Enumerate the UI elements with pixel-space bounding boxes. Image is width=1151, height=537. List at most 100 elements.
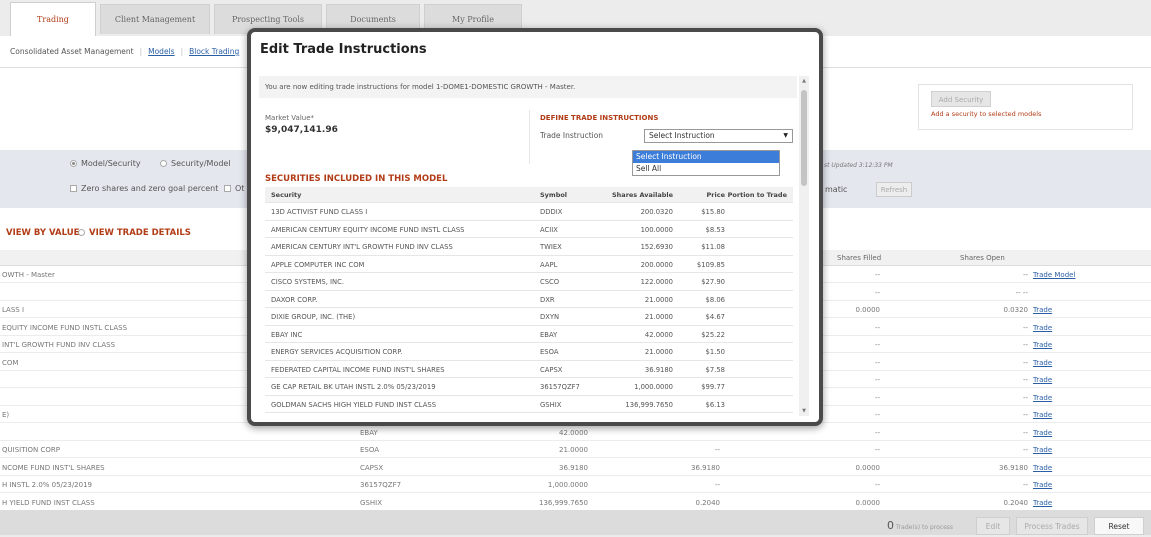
security-row: ENERGY SERVICES ACQUISITION CORP. ESOA 21.…: [265, 343, 793, 361]
option-sell-all[interactable]: Sell All: [633, 163, 779, 175]
subnav-block-trading-link[interactable]: Block Trading: [189, 47, 239, 56]
view-by-value-option[interactable]: VIEW BY VALUE: [6, 228, 79, 238]
trade-link[interactable]: Trade: [1033, 341, 1052, 349]
cell-symbol: EBAY: [540, 330, 558, 339]
cell-security-name: H YIELD FUND INST CLASS: [2, 498, 95, 507]
security-row: GOLDMAN SACHS HIGH YIELD FUND INST CLASS…: [265, 396, 793, 413]
view-trade-details-option[interactable]: VIEW TRADE DETAILS: [78, 228, 191, 238]
cell-symbol: 36157QZF7: [540, 383, 580, 391]
cell-symbol: ESOA: [360, 446, 380, 454]
radio-label: Model/Security: [81, 159, 141, 168]
cell-filled: 0.2040: [695, 498, 721, 507]
trade-link[interactable]: Trade: [1033, 376, 1052, 384]
cell-security: EBAY INC: [271, 330, 303, 339]
add-security-button[interactable]: Add Security: [931, 91, 991, 107]
scroll-up-icon[interactable]: ▲: [799, 76, 809, 86]
trade-instruction-select[interactable]: Select Instruction ▼: [644, 129, 793, 143]
cell-symbol: GSHIX: [540, 400, 562, 409]
cell-symbol: CAPSX: [540, 365, 563, 374]
cell-symbol: 36157QZF7: [360, 481, 402, 489]
editing-notice: You are now editing trade instructions f…: [259, 76, 797, 98]
checkbox-icon: [224, 185, 231, 192]
checkbox-label: Ot: [235, 184, 245, 193]
cell-security: GOLDMAN SACHS HIGH YIELD FUND INST CLASS: [271, 400, 437, 409]
checkbox-other[interactable]: Ot: [224, 184, 244, 193]
trade-link[interactable]: Trade: [1033, 464, 1052, 472]
cell-price: $109.85: [696, 260, 725, 269]
dialog-scrollbar[interactable]: ▲ ▼: [799, 76, 809, 416]
option-select-instruction[interactable]: Select Instruction: [633, 151, 779, 163]
edit-trade-instructions-dialog: Edit Trade Instructions You are now edit…: [247, 28, 823, 426]
trade-link[interactable]: Trade: [1033, 306, 1052, 314]
trade-link[interactable]: Trade: [1033, 359, 1052, 367]
trade-link[interactable]: Trade Model: [1033, 271, 1075, 279]
cell-price: $4.67: [705, 313, 725, 321]
checkbox-zero-shares[interactable]: Zero shares and zero goal percent: [70, 184, 218, 193]
tab-client-management[interactable]: Client Management: [100, 4, 210, 34]
radio-selected-icon: [70, 160, 77, 167]
cell-shares-filled: --: [874, 376, 880, 384]
cell-shares-filled: --: [874, 358, 880, 367]
subnav-consolidated[interactable]: Consolidated Asset Management: [10, 47, 134, 56]
cell-shares: 21.0000: [559, 446, 588, 454]
radio-model-security[interactable]: Model/Security: [70, 159, 141, 168]
table-row: H INSTL 2.0% 05/23/2019 36157QZF7 1,000.00…: [0, 476, 1151, 493]
security-row: 13D ACTIVIST FUND CLASS I DDDIX 200.0320 $1…: [265, 203, 793, 221]
cell-price: $25.22: [701, 330, 725, 339]
cell-shares-filled: 0.0000: [855, 498, 881, 507]
radio-security-model[interactable]: Security/Model: [160, 159, 231, 168]
cell-shares-available: 100.0000: [640, 225, 673, 234]
trade-link[interactable]: Trade: [1033, 411, 1052, 419]
trades-label: Trade(s) to process: [895, 524, 954, 531]
cell-shares-filled: --: [874, 288, 880, 297]
trades-to-process: 0 Trade(s) to process: [870, 517, 970, 535]
scroll-down-icon[interactable]: ▼: [799, 406, 809, 416]
cell-security-name: H INSTL 2.0% 05/23/2019: [2, 481, 92, 489]
cell-security: APPLE COMPUTER INC COM: [271, 260, 365, 269]
reset-button[interactable]: Reset: [1094, 517, 1144, 535]
trade-instruction-options: Select Instruction Sell All: [632, 150, 780, 176]
cell-symbol: DXYN: [540, 313, 560, 321]
cell-shares-open: --: [1022, 323, 1028, 332]
security-row: CISCO SYSTEMS, INC. CSCO 122.0000 $27.90: [265, 273, 793, 291]
table-row: QUISITION CORP ESOA 21.0000 -- -- -- Trade: [0, 441, 1151, 458]
cell-shares-filled: --: [874, 393, 880, 402]
security-row: DAXOR CORP. DXR 21.0000 $8.06: [265, 291, 793, 308]
cell-shares-filled: 0.0000: [855, 463, 881, 472]
securities-table-header: Security Symbol Shares Available Price P…: [265, 187, 793, 203]
cell-symbol: CSCO: [540, 278, 560, 286]
subnav-models-link[interactable]: Models: [148, 47, 174, 56]
trade-link[interactable]: Trade: [1033, 324, 1052, 332]
trade-link[interactable]: Trade: [1033, 481, 1052, 489]
cell-shares: 36.9180: [559, 463, 588, 472]
refresh-button[interactable]: Refresh: [876, 182, 912, 197]
process-trades-button[interactable]: Process Trades: [1016, 517, 1088, 535]
table-row: H YIELD FUND INST CLASS GSHIX 136,999.7650…: [0, 494, 1151, 511]
trade-link[interactable]: Trade: [1033, 394, 1052, 402]
cell-shares-open: 0.2040: [1003, 498, 1029, 507]
edit-button[interactable]: Edit: [976, 517, 1010, 535]
trade-link[interactable]: Trade: [1033, 429, 1052, 437]
cell-security: FEDERATED CAPITAL INCOME FUND INST'L SHA…: [271, 365, 445, 374]
cell-shares: 1,000.0000: [547, 481, 588, 489]
scroll-thumb[interactable]: [801, 90, 807, 186]
security-row: APPLE COMPUTER INC COM AAPL 200.0000 $109.8…: [265, 256, 793, 273]
cell-shares-filled: 0.0000: [855, 306, 881, 314]
cell-filled: --: [714, 481, 720, 489]
cell-security: ENERGY SERVICES ACQUISITION CORP.: [271, 348, 403, 356]
cell-symbol: GSHIX: [360, 498, 382, 507]
cell-security-name: E): [2, 411, 10, 419]
cell-symbol: ACIIX: [540, 225, 558, 234]
radio-icon: [160, 160, 167, 167]
trade-link[interactable]: Trade: [1033, 499, 1052, 507]
cell-security: GE CAP RETAIL BK UTAH INSTL 2.0% 05/23/2…: [271, 383, 436, 391]
cell-shares-available: 1,000.0000: [634, 383, 673, 391]
cell-symbol: DXR: [540, 295, 555, 304]
cell-shares-filled: --: [874, 481, 880, 489]
trade-link[interactable]: Trade: [1033, 446, 1052, 454]
cell-shares-open: --: [1022, 271, 1028, 279]
cell-security: AMERICAN CENTURY INT'L GROWTH FUND INV C…: [271, 243, 453, 251]
cell-shares-filled: --: [874, 271, 880, 279]
tab-trading[interactable]: Trading: [10, 2, 96, 36]
security-row: AMERICAN CENTURY INT'L GROWTH FUND INV C…: [265, 238, 793, 256]
